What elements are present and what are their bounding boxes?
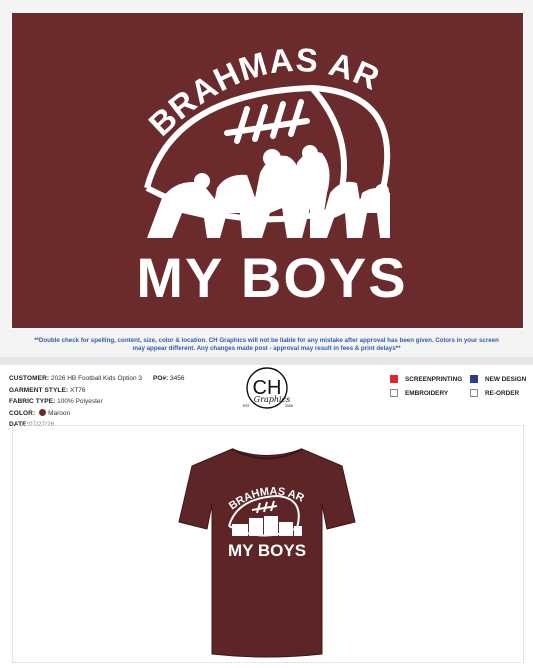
embroidery-checkbox[interactable] [390, 389, 398, 397]
option-screenprinting[interactable]: SCREENPRINTING [390, 375, 462, 383]
garment-label: GARMENT STYLE: [9, 386, 69, 394]
customer-row: CUSTOMER: 2026 HB Football Kids Option 3 [9, 373, 142, 385]
po-number: PO#: 3456 [153, 373, 184, 385]
option-embroidery[interactable]: EMBROIDERY [390, 389, 448, 397]
garment-row: GARMENT STYLE: XT76 [9, 385, 142, 397]
new-design-label: NEW DESIGN [485, 375, 527, 383]
option-new-design[interactable]: NEW DESIGN [470, 375, 526, 383]
screenprinting-checkbox[interactable] [390, 375, 398, 383]
design-subtitle: MY BOYS [136, 246, 407, 309]
fabric-row: FABRIC TYPE: 100% Polyester [9, 396, 142, 408]
new-design-checkbox[interactable] [470, 375, 478, 383]
shirt-subtitle: MY BOYS [228, 541, 306, 560]
design-artwork-panel: BRAHMAS ARE [11, 12, 524, 329]
garment-value: XT76 [70, 386, 86, 394]
customer-value: 2026 HB Football Kids Option 3 [50, 375, 143, 382]
color-row: COLOR: Maroon [9, 408, 142, 420]
customer-label: CUSTOMER: [9, 375, 50, 382]
ch-graphics-logo: CH Graphics EST. 2008 [243, 367, 293, 409]
reorder-checkbox[interactable] [470, 389, 478, 397]
color-swatch [39, 408, 47, 416]
option-reorder[interactable]: RE-ORDER [470, 389, 519, 397]
arched-title-text: BRAHMAS ARE [12, 13, 386, 143]
fabric-label: FABRIC TYPE: [9, 398, 56, 405]
order-info: CUSTOMER: 2026 HB Football Kids Option 3… [9, 373, 142, 431]
football-laces-icon [224, 99, 310, 144]
color-label: COLOR: [9, 409, 36, 417]
design-preview-card: BRAHMAS ARE [0, 0, 533, 357]
logo-est: EST. [243, 404, 251, 408]
design-artwork: BRAHMAS ARE [12, 13, 407, 309]
logo-script: Graphics [254, 395, 290, 404]
arched-title: BRAHMAS ARE [12, 13, 385, 143]
screenprinting-label: SCREENPRINTING [405, 375, 463, 383]
embroidery-label: EMBROIDERY [405, 389, 449, 397]
color-value: Maroon [48, 409, 71, 417]
reorder-label: RE-ORDER [485, 389, 520, 397]
tshirt-mockup: BRAHMAS ARE MY BOYS [177, 444, 356, 658]
fabric-value: 100% Polyester [57, 398, 103, 405]
section-divider [0, 357, 533, 365]
approval-disclaimer: **Double check for spelling, content, si… [34, 337, 499, 352]
po-value: 3456 [169, 375, 185, 382]
po-label: PO#: [153, 375, 169, 382]
logo-year: 2008 [285, 404, 293, 408]
players-silhouette-icon [147, 145, 390, 238]
